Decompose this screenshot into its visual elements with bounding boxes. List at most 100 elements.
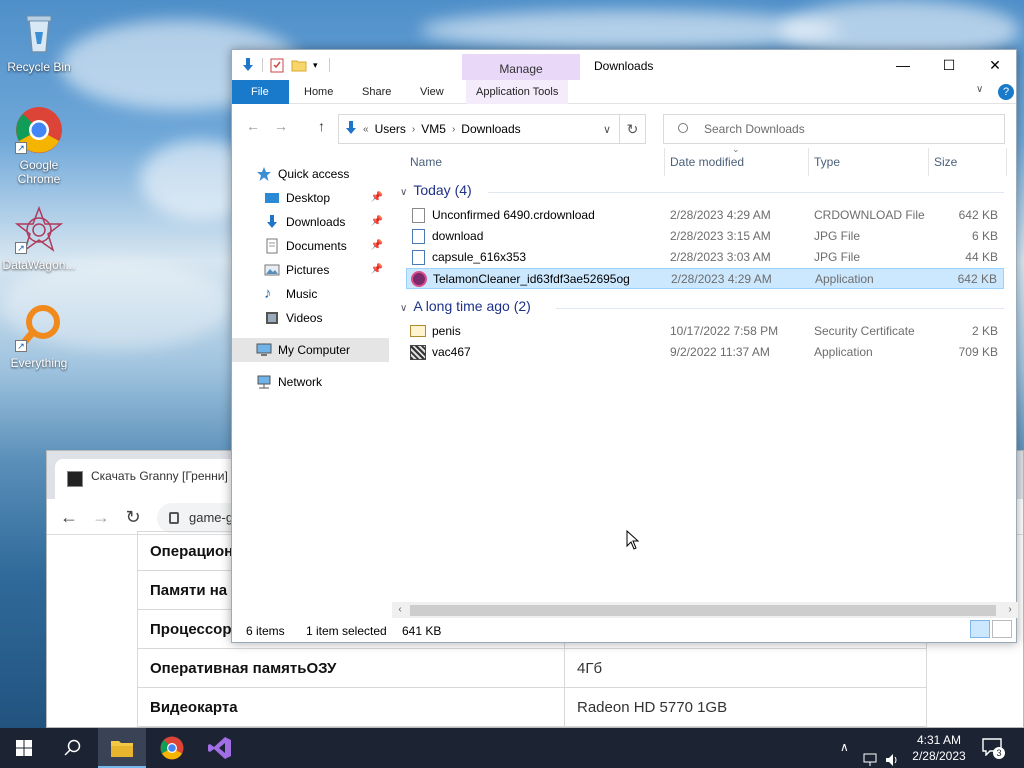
reload-icon[interactable]: ↻ — [121, 505, 145, 529]
taskbar-chrome[interactable] — [148, 728, 196, 768]
properties-icon[interactable] — [269, 57, 285, 73]
file-size: 709 KB — [958, 345, 998, 359]
search-placeholder: Search Downloads — [704, 122, 805, 136]
group-header-today[interactable]: ∨ Today (4) — [400, 182, 1004, 198]
file-size: 2 KB — [971, 324, 998, 338]
downloads-folder-icon — [343, 120, 359, 139]
search-button[interactable] — [48, 728, 96, 768]
tab-share[interactable]: Share — [352, 80, 401, 104]
videos-icon — [264, 310, 280, 326]
chevron-up-icon[interactable]: ∧ — [840, 740, 849, 768]
desktop-icon-label: Everything — [10, 356, 68, 370]
tab-application-tools[interactable]: Application Tools — [466, 80, 569, 104]
table-row[interactable]: vac467 9/2/2022 11:37 AM Application 709… — [406, 342, 1004, 363]
scroll-right-icon[interactable]: › — [1002, 602, 1018, 618]
system-clock[interactable]: 4:31 AM 2/28/2023 — [896, 732, 982, 764]
sidebar-item-network[interactable]: Network — [232, 370, 389, 394]
file-explorer-window[interactable]: ▾ Manage Downloads — ☐ ✕ File Home Share… — [231, 49, 1018, 643]
tab-view[interactable]: View — [410, 80, 454, 104]
forward-arrow-icon[interactable]: → — [274, 118, 288, 134]
breadcrumb-downloads[interactable]: Downloads — [455, 122, 526, 136]
pin-icon[interactable]: 📌 — [371, 186, 383, 210]
network-icon[interactable] — [862, 740, 880, 768]
pin-icon[interactable]: 📌 — [371, 258, 383, 282]
large-icons-view-icon[interactable] — [992, 620, 1012, 638]
file-name: penis — [432, 324, 461, 338]
shortcut-arrow-icon: ↗ — [15, 142, 27, 154]
pin-icon[interactable]: 📌 — [371, 210, 383, 234]
new-folder-icon[interactable] — [291, 57, 307, 73]
application-icon — [410, 345, 426, 360]
spec-value: 4Гб — [564, 648, 927, 688]
column-header-size[interactable]: Size — [934, 146, 957, 176]
tab-home[interactable]: Home — [294, 80, 343, 104]
sidebar-item-quick-access[interactable]: Quick access — [232, 162, 389, 186]
desktop-icon-label: DataWagon... — [2, 258, 76, 272]
window-title: Downloads — [594, 59, 654, 73]
column-header-name[interactable]: Name — [410, 146, 442, 176]
file-name: capsule_616x353 — [432, 250, 527, 264]
title-bar[interactable]: ▾ Manage Downloads — ☐ ✕ — [232, 50, 1016, 80]
file-list[interactable]: Name Date modified ⌄ Type Size ∨ Today (4… — [392, 144, 1018, 604]
forward-arrow-icon[interactable]: → — [89, 505, 113, 529]
up-arrow-icon[interactable]: ↑ — [318, 118, 325, 134]
desktop-icon-recycle-bin[interactable]: Recycle Bin — [0, 8, 78, 74]
desktop-icon-everything[interactable]: ↗ Everything — [0, 304, 78, 370]
image-file-icon — [412, 229, 425, 244]
start-button[interactable] — [0, 728, 48, 768]
sidebar-item-music[interactable]: ♪ Music — [232, 282, 389, 306]
download-arrow-icon[interactable] — [240, 57, 256, 73]
desktop-icon-datawagon[interactable]: ↗ DataWagon... — [0, 205, 78, 272]
file-type: Security Certificate — [814, 324, 915, 338]
table-row[interactable]: capsule_616x353 2/28/2023 3:03 AM JPG Fi… — [406, 247, 1004, 268]
scrollbar-thumb[interactable] — [410, 605, 996, 616]
navigation-pane: Quick access Desktop 📌 Downloads 📌 Docum… — [232, 162, 392, 606]
minimize-button[interactable]: — — [880, 50, 926, 80]
details-view-icon[interactable] — [970, 620, 990, 638]
lock-icon — [169, 512, 179, 524]
sidebar-item-my-computer[interactable]: My Computer — [232, 338, 389, 362]
table-row[interactable]: Unconfirmed 6490.crdownload 2/28/2023 4:… — [406, 205, 1004, 226]
tab-file[interactable]: File — [232, 80, 289, 104]
quick-access-toolbar: ▾ — [240, 57, 330, 73]
sidebar-item-label: Videos — [286, 311, 323, 325]
selection-count: 1 item selected — [306, 624, 387, 638]
address-bar[interactable]: « Users › VM5 › Downloads ∨ — [338, 114, 620, 144]
sidebar-item-documents[interactable]: Documents 📌 — [232, 234, 389, 258]
sidebar-item-pictures[interactable]: Pictures 📌 — [232, 258, 389, 282]
back-arrow-icon[interactable]: ← — [57, 505, 81, 529]
group-header-long-time-ago[interactable]: ∨ A long time ago (2) — [400, 298, 1004, 314]
taskbar-file-explorer[interactable] — [98, 728, 146, 768]
chevron-down-icon[interactable]: ∨ — [603, 123, 611, 136]
horizontal-scrollbar[interactable]: ‹ › — [392, 602, 1018, 618]
back-arrow-icon[interactable]: ← — [246, 118, 260, 134]
sidebar-item-downloads[interactable]: Downloads 📌 — [232, 210, 389, 234]
scroll-left-icon[interactable]: ‹ — [392, 602, 408, 618]
manage-contextual-tab[interactable]: Manage — [462, 54, 580, 80]
mouse-cursor-icon — [626, 530, 640, 550]
expand-ribbon-icon[interactable]: ∨ — [976, 84, 983, 95]
maximize-button[interactable]: ☐ — [926, 50, 972, 80]
notifications-button[interactable]: 3 — [982, 738, 1006, 759]
table-row[interactable]: TelamonCleaner_id63fdf3ae52695og 2/28/20… — [406, 268, 1004, 289]
network-icon — [256, 374, 272, 390]
shortcut-arrow-icon: ↗ — [15, 340, 27, 352]
taskbar-visual-studio[interactable] — [196, 728, 244, 768]
selection-size: 641 KB — [402, 624, 442, 638]
desktop-icon-google-chrome[interactable]: ↗ Google Chrome — [0, 106, 78, 186]
help-icon[interactable]: ? — [998, 84, 1014, 100]
sidebar-item-desktop[interactable]: Desktop 📌 — [232, 186, 389, 210]
pin-icon[interactable]: 📌 — [371, 234, 383, 258]
sidebar-item-videos[interactable]: Videos — [232, 306, 389, 330]
refresh-button[interactable]: ↻ — [620, 114, 646, 144]
table-row[interactable]: download 2/28/2023 3:15 AM JPG File 6 KB — [406, 226, 1004, 247]
search-input[interactable]: Search Downloads — [663, 114, 1005, 144]
column-header-type[interactable]: Type — [814, 146, 840, 176]
search-icon — [64, 739, 81, 756]
breadcrumb-users[interactable]: Users — [369, 122, 412, 136]
chevron-down-icon[interactable]: ▾ — [313, 57, 323, 73]
image-file-icon — [412, 250, 425, 265]
close-button[interactable]: ✕ — [972, 50, 1018, 80]
breadcrumb-vm5[interactable]: VM5 — [415, 122, 452, 136]
table-row[interactable]: penis 10/17/2022 7:58 PM Security Certif… — [406, 321, 1004, 342]
